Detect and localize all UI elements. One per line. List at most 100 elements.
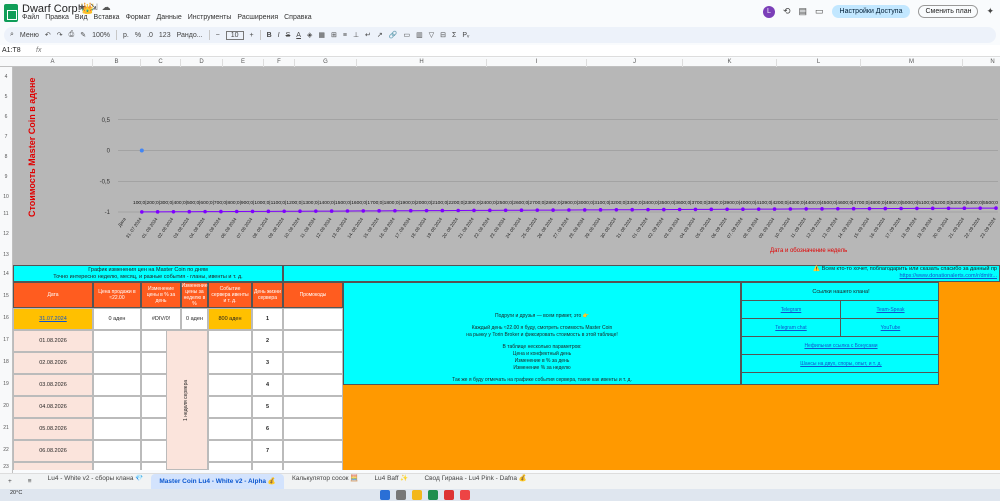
teamspeak-link[interactable]: Team-Speak [841, 301, 940, 319]
history-icon[interactable]: ⟲ [783, 6, 791, 17]
table-header-cell[interactable]: Цена продажи в ≈22.00 [93, 282, 141, 308]
server-day-cell[interactable]: 2 [252, 330, 283, 352]
move-icon[interactable]: ⇲ [90, 2, 102, 12]
price-cell[interactable] [93, 418, 141, 440]
share-button[interactable]: Настройки Доступа [831, 5, 911, 18]
menu-item[interactable]: Справка [284, 14, 311, 21]
promo-cell[interactable] [283, 462, 343, 470]
column-header[interactable]: A [13, 59, 93, 67]
notification-app-icon[interactable] [460, 490, 470, 500]
row-header[interactable]: 10 [0, 187, 13, 207]
row-header[interactable]: 23 [0, 461, 13, 473]
sheets-logo-icon[interactable] [4, 4, 18, 22]
app-icon[interactable] [444, 490, 454, 500]
align-icon[interactable]: ≡ [343, 32, 347, 39]
change-plan-button[interactable]: Сменить план [918, 5, 979, 18]
promo-cell[interactable] [283, 396, 343, 418]
day-change-cell[interactable]: #DIV/0! [141, 308, 181, 330]
undo-icon[interactable]: ↶ [45, 31, 51, 39]
row-header[interactable]: 14 [0, 263, 13, 285]
table-header-cell[interactable]: Дата [13, 282, 93, 308]
explorer-icon[interactable] [412, 490, 422, 500]
row-header[interactable]: 19 [0, 373, 13, 395]
promo-cell[interactable] [283, 308, 343, 330]
sheet-tab[interactable]: Свод Гирана - Lu4 Pink - Dafna 💰 [416, 474, 534, 490]
column-header[interactable]: J [587, 59, 683, 67]
event-cell[interactable]: 800 аден [208, 308, 252, 330]
price-cell[interactable] [93, 462, 141, 470]
date-cell[interactable]: 01.08.2026 [13, 330, 93, 352]
input-tools-icon[interactable]: Pᵥ [462, 32, 469, 39]
server-day-cell[interactable]: 3 [252, 352, 283, 374]
comment-icon[interactable]: ▭ [404, 31, 411, 39]
menu-item[interactable]: Формат [126, 14, 151, 21]
row-header[interactable]: 15 [0, 285, 13, 307]
row-header[interactable]: 5 [0, 87, 13, 107]
row-header[interactable]: 13 [0, 247, 13, 263]
font-size-increase[interactable]: + [250, 32, 254, 39]
filter-icon[interactable]: ▽ [429, 31, 434, 39]
italic-button[interactable]: I [278, 32, 280, 39]
zoom-select[interactable]: 100% [92, 32, 110, 39]
row-header[interactable]: 18 [0, 351, 13, 373]
row-header[interactable]: 4 [0, 67, 13, 87]
date-cell[interactable]: 02.08.2026 [13, 352, 93, 374]
star-icon[interactable]: ★ [78, 2, 90, 12]
meet-icon[interactable]: ▭ [815, 6, 824, 17]
row-header[interactable]: 16 [0, 307, 13, 329]
row-header[interactable]: 9 [0, 167, 13, 187]
row-header[interactable]: 12 [0, 222, 13, 247]
date-cell[interactable]: 06.08.2026 [13, 440, 93, 462]
server-day-cell[interactable]: 1 [252, 308, 283, 330]
column-header[interactable]: E [223, 59, 264, 67]
column-header[interactable]: B [93, 59, 141, 67]
table-header-cell[interactable]: Промокоды [283, 282, 343, 308]
all-sheets-button[interactable]: ≡ [20, 478, 40, 485]
sheet-tab[interactable]: Lu4 Baff ✨ [366, 474, 416, 490]
event-cell[interactable] [208, 396, 252, 418]
column-header[interactable]: G [295, 59, 357, 67]
table-header-cell[interactable]: День жизни сервера [252, 282, 283, 308]
text-color-button[interactable]: A [296, 32, 301, 39]
server-day-cell[interactable]: 5 [252, 396, 283, 418]
rotate-icon[interactable]: ↗ [377, 31, 383, 39]
decrease-decimal-button[interactable]: .0 [147, 32, 153, 39]
table-header-cell[interactable]: Событие сервера ивенты и т. д. [208, 282, 252, 308]
valign-icon[interactable]: ⊥ [353, 31, 359, 39]
row-header[interactable]: 6 [0, 107, 13, 127]
server-day-cell[interactable]: 8 [252, 462, 283, 470]
date-cell[interactable]: 05.08.2026 [13, 418, 93, 440]
merge-icon[interactable]: ⊞ [331, 31, 337, 39]
promo-cell[interactable] [283, 374, 343, 396]
row-header[interactable]: 17 [0, 329, 13, 351]
event-cell[interactable] [208, 440, 252, 462]
menu-item[interactable]: Вставка [94, 14, 120, 21]
donate-link[interactable]: Шансы на двух, споры, опыт, и т. д. [742, 355, 940, 373]
event-cell[interactable] [208, 418, 252, 440]
fill-color-icon[interactable]: ◈ [307, 31, 312, 39]
event-cell[interactable] [208, 374, 252, 396]
avatar[interactable]: L [762, 5, 775, 18]
menu-item[interactable]: Инструменты [188, 14, 232, 21]
print-icon[interactable]: ⎙ [69, 31, 75, 39]
price-cell[interactable] [93, 374, 141, 396]
wrap-icon[interactable]: ↵ [365, 31, 371, 39]
percent-format-button[interactable]: % [135, 32, 141, 39]
price-cell[interactable] [93, 396, 141, 418]
search-taskbar-icon[interactable] [396, 490, 406, 500]
menu-search-label[interactable]: Меню [20, 32, 39, 39]
table-header-cell[interactable]: Изменение цены за неделю в % [181, 282, 208, 308]
gemini-icon[interactable]: ✦ [986, 6, 994, 17]
price-cell[interactable] [93, 440, 141, 462]
link-icon[interactable]: 🔗 [389, 31, 398, 39]
event-cell[interactable] [208, 330, 252, 352]
sheet-tab[interactable]: Master Coin Lu4 - White v2 - Alpha 💰 [151, 473, 284, 490]
bold-button[interactable]: B [267, 32, 272, 39]
row-header[interactable]: 21 [0, 417, 13, 439]
functions-icon[interactable]: Σ [452, 32, 456, 39]
menu-item[interactable]: Данные [156, 14, 181, 21]
more-formats-button[interactable]: 123 [159, 32, 171, 39]
date-cell[interactable]: 07.08.2026 [13, 462, 93, 470]
server-day-cell[interactable]: 6 [252, 418, 283, 440]
title-icons[interactable]: ★⇲☁ [78, 2, 115, 13]
